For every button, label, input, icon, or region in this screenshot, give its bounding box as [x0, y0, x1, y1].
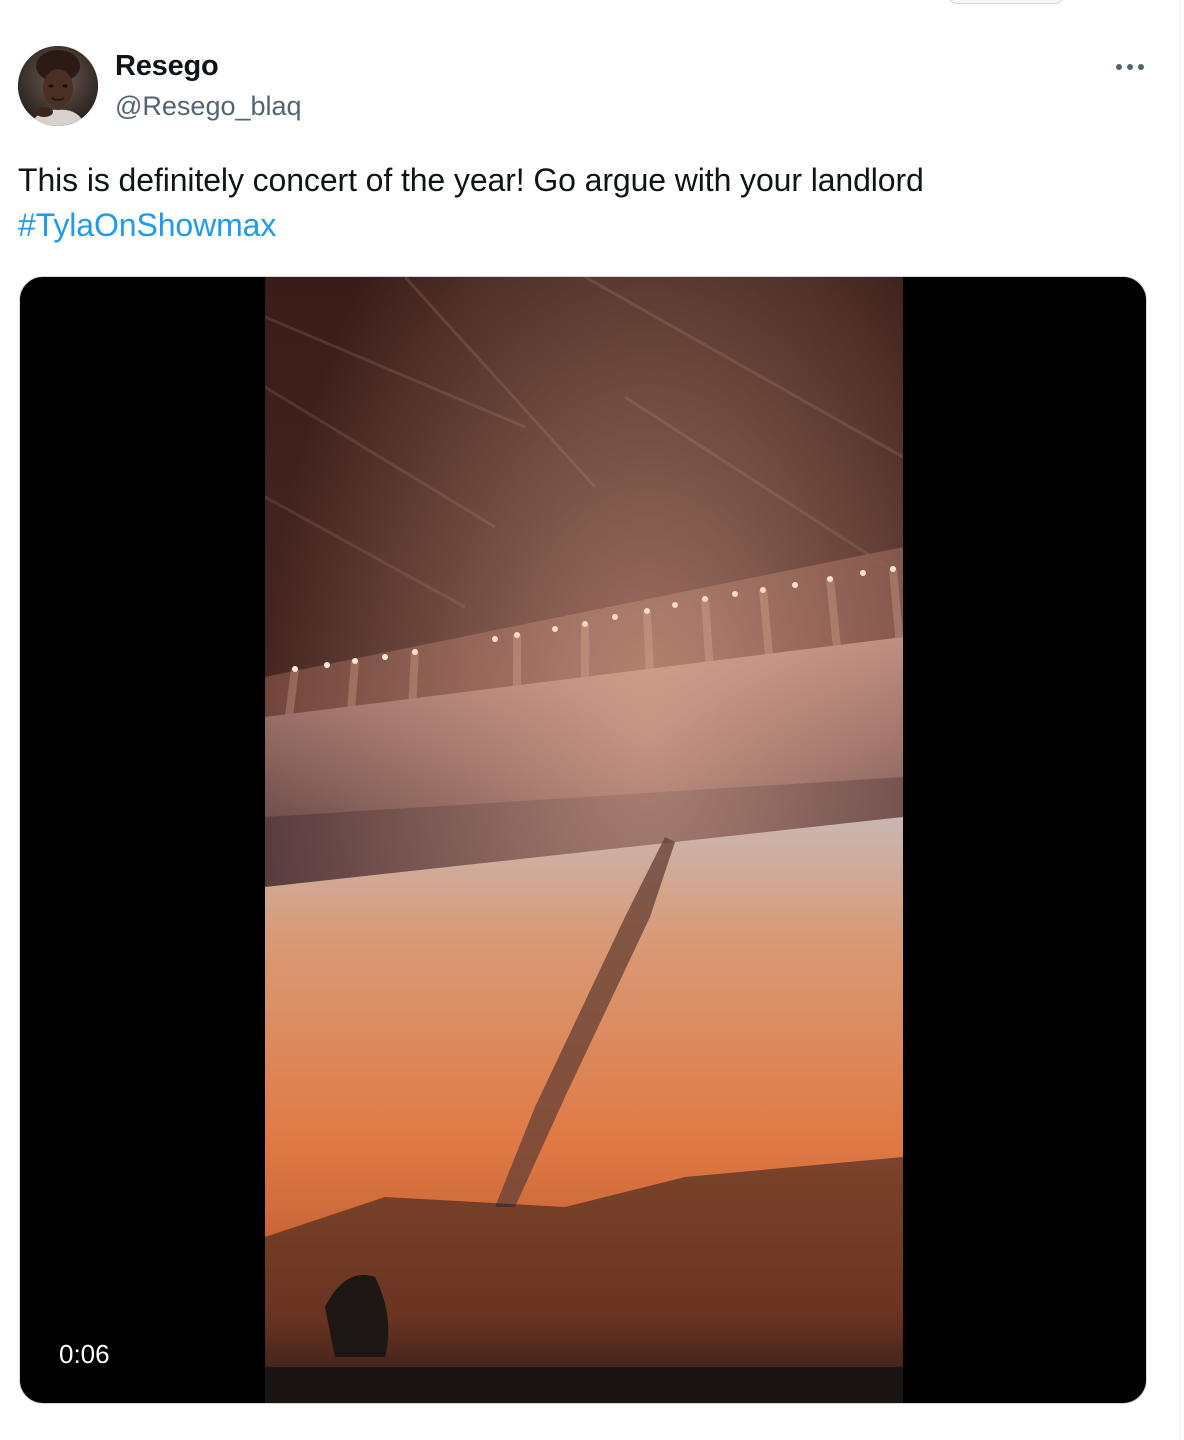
author-handle[interactable]: @Resego_blaq	[115, 91, 302, 122]
tweet: Resego @Resego_blaq This is definitely c…	[0, 0, 1180, 1440]
author-display-name[interactable]: Resego	[115, 50, 219, 83]
more-options-button[interactable]	[1110, 52, 1150, 82]
tweet-text-line: This is definitely concert of the year! …	[18, 162, 924, 198]
video-player[interactable]: 0:06	[19, 276, 1147, 1404]
tweet-text: This is definitely concert of the year! …	[18, 158, 1138, 248]
hashtag-link[interactable]: #TylaOnShowmax	[18, 203, 1138, 248]
avatar[interactable]	[18, 46, 98, 126]
video-duration-badge: 0:06	[50, 1335, 119, 1374]
timeline-divider	[1180, 0, 1181, 1440]
more-horizontal-icon	[1116, 64, 1144, 70]
profile-photo	[18, 46, 98, 126]
concert-arena-crowd-video	[265, 277, 903, 1403]
